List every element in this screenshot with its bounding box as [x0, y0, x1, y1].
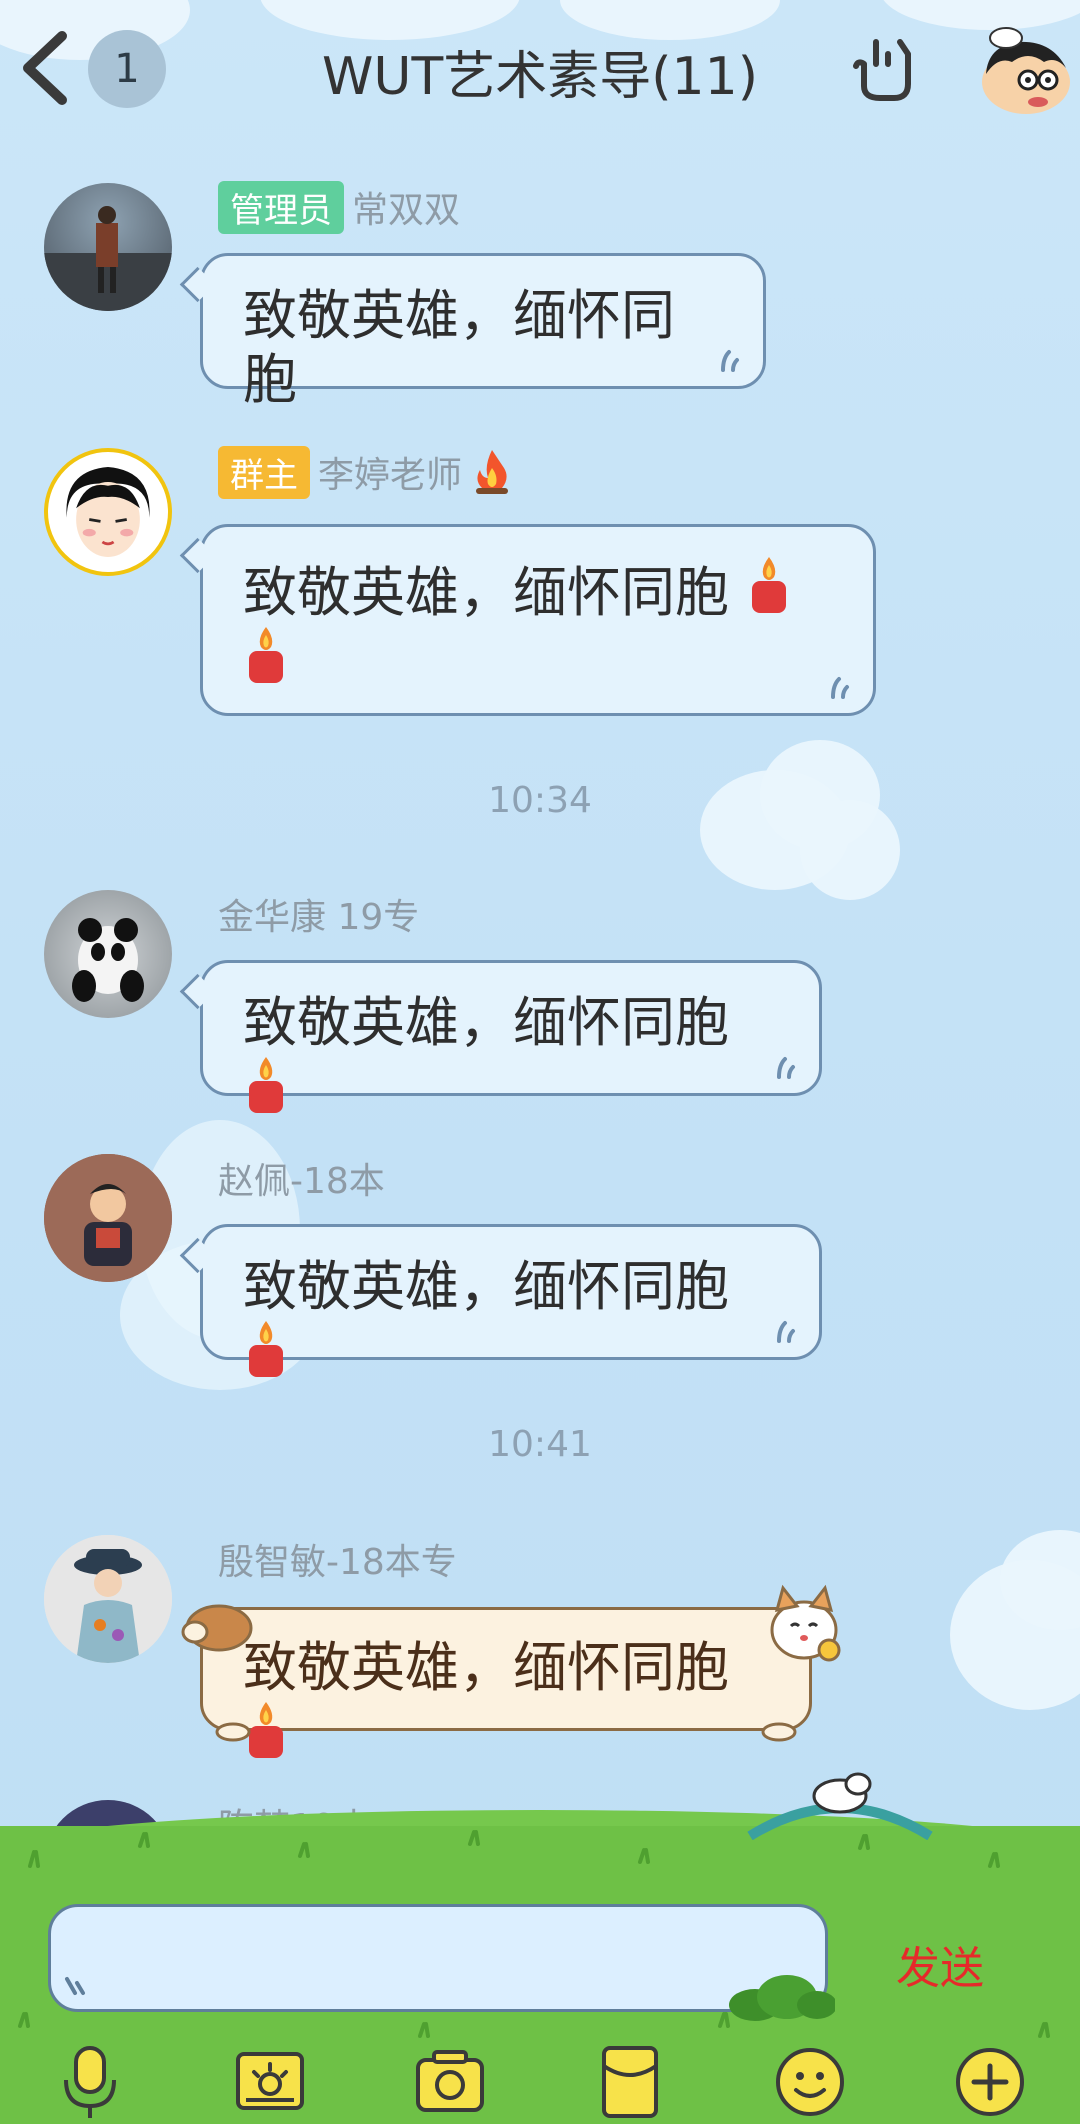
message-text: 致敬英雄，缅怀同胞: [243, 561, 729, 624]
sender-avatar[interactable]: [44, 448, 172, 576]
drops-icon: [65, 1977, 85, 1995]
drops-icon: [777, 1321, 795, 1343]
sender-info: 殷智敏-18本专: [218, 1535, 457, 1583]
drops-icon: [831, 677, 849, 699]
owner-badge: 群主: [218, 445, 310, 499]
message-bubble[interactable]: 致敬英雄，缅怀同胞: [179, 524, 876, 716]
sender-info: 赵佩-18本: [218, 1154, 385, 1202]
candle-icon: [249, 1321, 283, 1377]
candle-icon: [249, 1057, 283, 1113]
dog-cartoon-icon: [747, 1772, 933, 1840]
message-text: 致敬英雄，缅怀同胞: [243, 1636, 729, 1699]
bush-icon: [729, 1975, 835, 2021]
timestamp: 10:41: [488, 1424, 592, 1465]
message-bubble[interactable]: 致敬英雄，缅怀同胞: [179, 1224, 822, 1377]
lucky-cat-icon: [770, 1584, 841, 1662]
camera-icon[interactable]: [412, 2044, 488, 2120]
admin-badge: 管理员: [218, 180, 344, 234]
hand-gesture-icon[interactable]: [850, 34, 920, 104]
sender-name: 金华康 19专: [218, 897, 420, 938]
message-input[interactable]: [48, 1904, 835, 2021]
sender-name: 殷智敏-18本专: [218, 1542, 457, 1583]
message-bubble[interactable]: 致敬英雄，缅怀同胞: [179, 253, 766, 411]
sender-info: 金华康 19专: [218, 890, 419, 938]
timestamp: 10:34: [488, 780, 592, 821]
drops-icon: [777, 1057, 795, 1079]
message-text: 致敬英雄，缅怀同胞: [243, 991, 729, 1054]
message-bubble[interactable]: 致敬英雄，缅怀同胞: [179, 960, 822, 1113]
emoji-icon[interactable]: [772, 2044, 848, 2120]
sender-name: 赵佩-18本: [218, 1161, 385, 1202]
candle-icon: [752, 557, 787, 613]
paw-icon: [215, 1722, 251, 1742]
sender-name: 常双双: [352, 190, 461, 231]
message-text: 致敬英雄，缅怀同胞: [243, 1255, 729, 1318]
sender-info: 群主 李婷老师: [218, 445, 514, 499]
sender-info: 管理员 常双双: [218, 180, 461, 234]
sender-avatar[interactable]: [44, 1154, 172, 1282]
plus-icon[interactable]: [952, 2044, 1028, 2120]
image-icon[interactable]: [232, 2044, 308, 2120]
fire-icon: [476, 450, 509, 494]
sender-avatar[interactable]: [44, 183, 172, 311]
message-bubble[interactable]: 致敬英雄，缅怀同胞: [181, 1584, 841, 1758]
send-button[interactable]: 发送: [880, 1932, 1000, 1996]
sender-name: 李婷老师: [318, 455, 463, 496]
chat-header: 1 WUT艺术素导(11): [0, 0, 1080, 140]
sender-avatar[interactable]: [44, 890, 172, 1018]
red-envelope-icon[interactable]: [592, 2044, 668, 2120]
dog-ear-icon: [181, 1604, 253, 1652]
microphone-icon[interactable]: [52, 2044, 128, 2120]
candle-icon: [249, 627, 283, 683]
group-avatar-icon[interactable]: [968, 20, 1076, 118]
drops-icon: [721, 350, 739, 372]
sender-avatar[interactable]: [44, 1535, 172, 1663]
paw-icon: [761, 1722, 797, 1742]
